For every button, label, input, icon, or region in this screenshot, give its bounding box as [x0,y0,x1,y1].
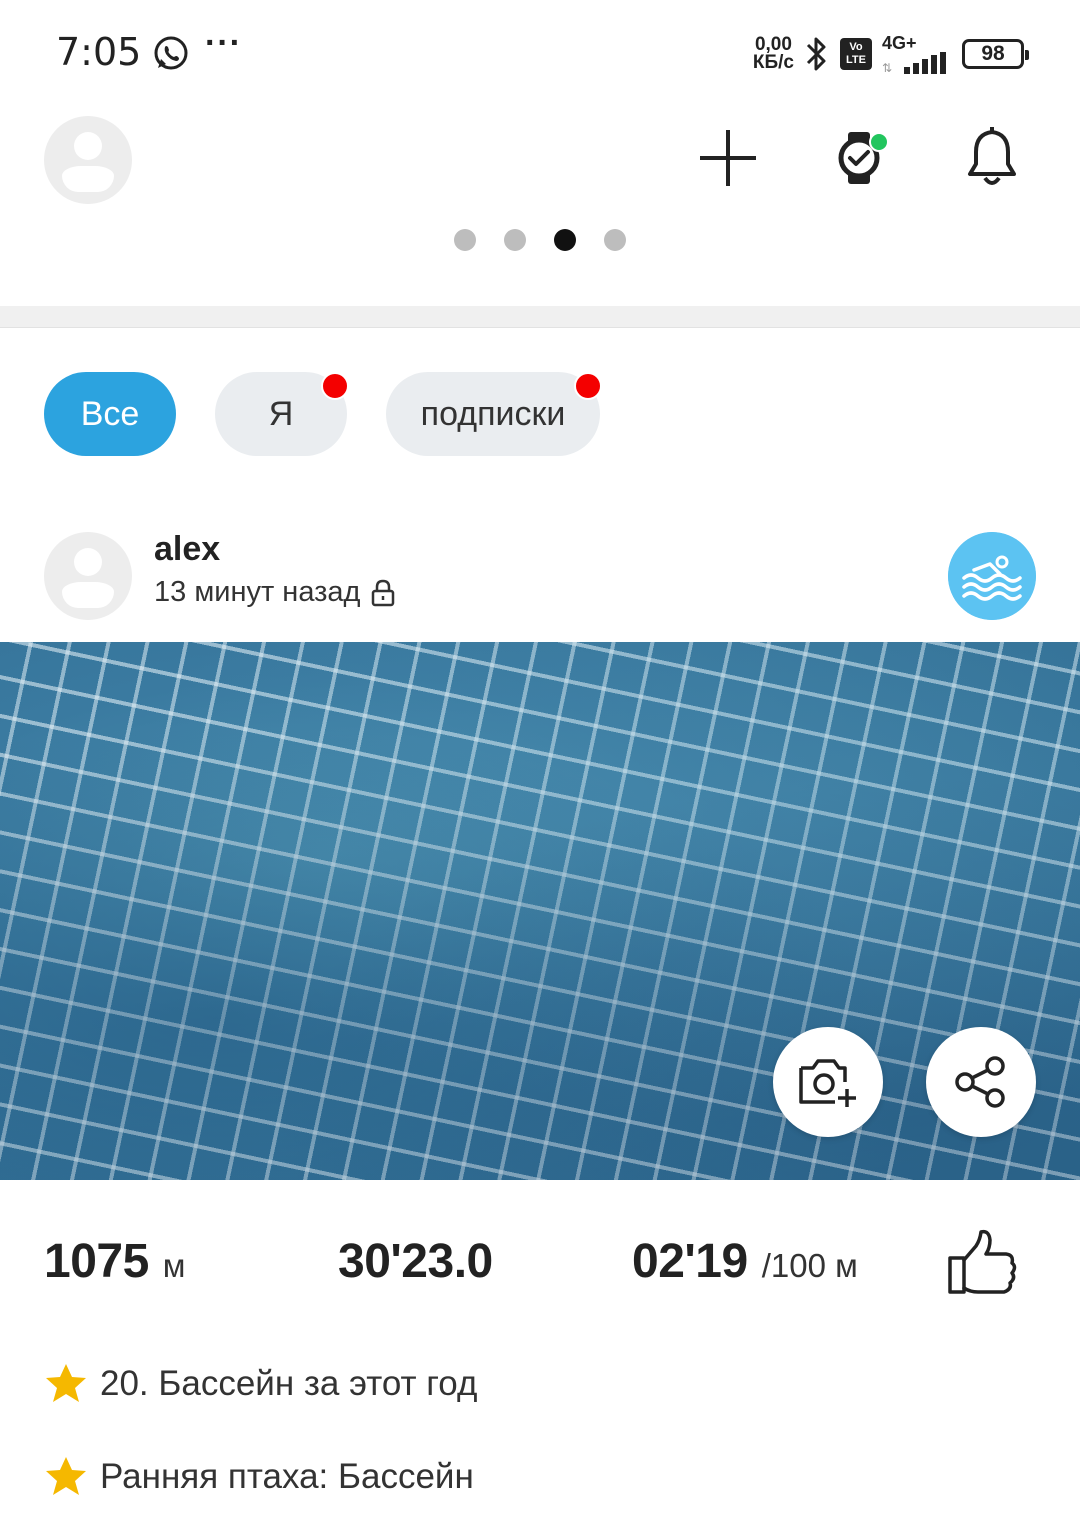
star-icon [46,1457,86,1495]
section-divider [0,306,1080,328]
unread-dot [321,372,349,400]
pace-stat: 02'19 /100 м [632,1234,858,1289]
profile-avatar[interactable] [44,116,132,204]
activity-photo[interactable] [0,642,1080,1180]
pace-value: 02'19 [632,1235,748,1288]
achievement-item: Ранняя птаха: Бассейн [44,1455,474,1499]
distance-stat: 1075 м [44,1234,185,1289]
volte-line2: LTE [846,54,866,66]
cellular-network: 4G+ ⇅ [882,34,952,74]
duration-stat: 30'23.0 [338,1234,493,1289]
photo-shading [0,642,1080,1180]
post-author-avatar[interactable] [44,532,132,620]
network-type: 4G+ [882,33,917,53]
add-icon[interactable] [692,122,764,194]
star-icon [46,1364,86,1402]
page-dot[interactable] [454,229,476,251]
whatsapp-icon [154,36,188,70]
page-dot-active[interactable] [554,229,576,251]
share-icon [955,1056,1005,1108]
filter-subscriptions-label: подписки [420,394,566,433]
filter-all-chip[interactable]: Все [44,372,176,456]
swimming-icon [948,532,1036,620]
svg-text:⇅: ⇅ [882,61,892,74]
filter-me-label: Я [268,394,294,433]
like-thumbs-up-icon[interactable] [944,1226,1018,1298]
post-username[interactable]: alex [154,530,220,569]
achievement-text: Ранняя птаха: Бассейн [100,1457,474,1496]
notifications-bell-icon[interactable] [956,122,1028,194]
volte-line1: Vo [849,41,863,53]
lock-icon [372,579,395,606]
more-notifications-icon: ··· [205,24,242,62]
battery-indicator: 98 [962,39,1029,69]
filter-all-label: Все [80,394,140,433]
status-time: 7:05 [56,30,142,74]
status-indicators: 0,00 КБ/с Vo LTE 4G+ ⇅ 98 [752,34,1029,74]
post-time: 13 минут назад [154,576,361,608]
page-dot[interactable] [604,229,626,251]
watch-icon[interactable] [824,122,896,194]
unread-dot [574,372,602,400]
filter-subscriptions-chip[interactable]: подписки [386,372,602,456]
distance-unit: м [162,1247,186,1284]
page-dot[interactable] [504,229,526,251]
achievement-item: 20. Бассейн за этот год [44,1362,477,1406]
filter-me-chip[interactable]: Я [215,372,349,456]
network-speed: 0,00 КБ/с [752,35,794,73]
volte-icon: Vo LTE [840,38,872,70]
camera-add-icon [799,1059,856,1107]
duration-value: 30'23.0 [338,1235,493,1288]
distance-value: 1075 [44,1235,149,1288]
status-bar: 7:05 ··· 0,00 КБ/с Vo LTE 4G+ ⇅ 98 [0,0,1080,105]
page-indicator [454,229,626,251]
bluetooth-icon [806,37,826,71]
post-meta: 13 минут назад [154,576,396,609]
add-photo-button[interactable] [773,1027,883,1137]
speed-unit: КБ/с [752,52,794,73]
achievement-text: 20. Бассейн за этот год [100,1364,478,1403]
share-button[interactable] [926,1027,1036,1137]
signal-icon: ⇅ [882,52,946,74]
pace-unit: /100 м [761,1247,858,1284]
